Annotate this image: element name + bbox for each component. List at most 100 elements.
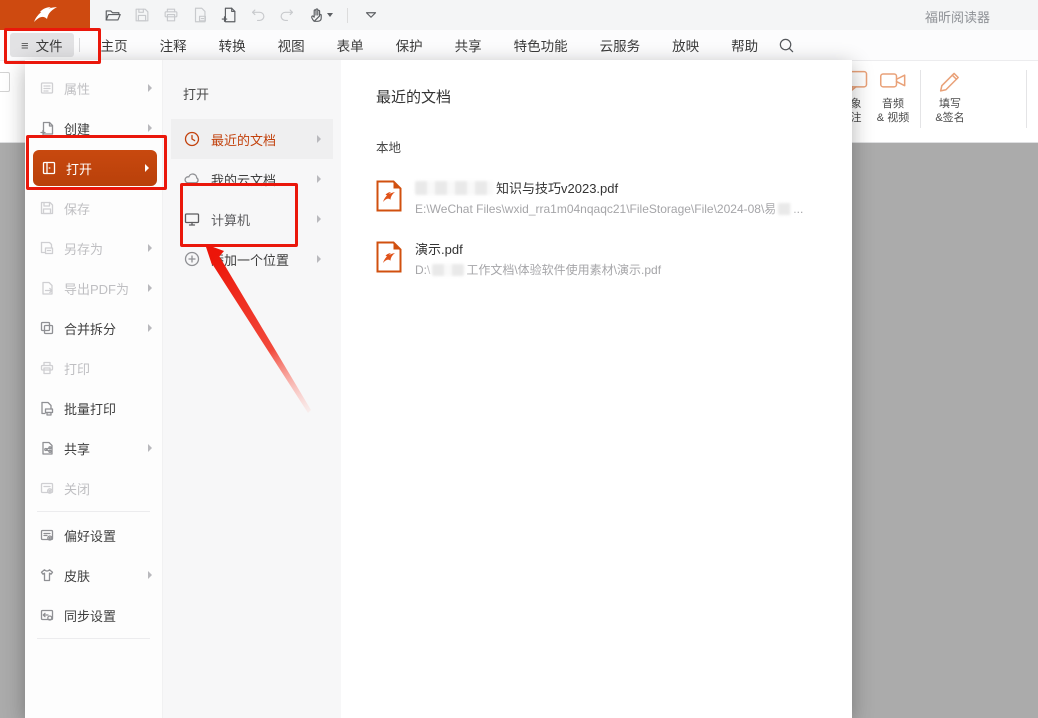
sidebar-item-label: 偏好设置 (64, 526, 116, 545)
pdf-file-icon (376, 180, 402, 212)
plus-circle-icon (183, 250, 201, 268)
open-item-my-cloud-documents[interactable]: 我的云文档 (171, 159, 333, 199)
sidebar-item-label: 关闭 (64, 479, 90, 498)
sidebar-item-batch-print[interactable]: 批量打印 (25, 388, 162, 428)
file-backstage-panel: 属性 创建 打开 保存 另存为 导出PDF为 合并拆分 打印 (25, 60, 852, 718)
batch-print-icon (39, 400, 55, 416)
recent-documents-title: 最近的文档 (376, 86, 852, 107)
tab-convert[interactable]: 转换 (203, 35, 262, 55)
menu-file-button[interactable]: ≡ 文件 (10, 33, 74, 57)
save-icon[interactable] (133, 6, 151, 24)
hand-tool-icon (307, 6, 325, 24)
submenu-arrow-icon (148, 244, 152, 252)
fill-sign-button[interactable]: 填写 &签名 (923, 68, 977, 125)
properties-icon (39, 80, 55, 96)
preferences-icon (39, 527, 55, 543)
sidebar-item-save-as[interactable]: 另存为 (25, 228, 162, 268)
share-icon (39, 440, 55, 456)
tab-view[interactable]: 视图 (262, 35, 321, 55)
image-annotation-label-2: 注 (851, 111, 862, 125)
save-as-icon (39, 240, 55, 256)
redo-icon[interactable] (278, 6, 296, 24)
tab-share[interactable]: 共享 (439, 35, 498, 55)
tab-cloud-service[interactable]: 云服务 (584, 35, 657, 55)
tab-present[interactable]: 放映 (656, 35, 715, 55)
open-folder-icon[interactable] (104, 6, 122, 24)
open-panel-title: 打开 (163, 82, 341, 119)
pencil-icon (936, 68, 964, 94)
open-icon (41, 160, 57, 176)
open-item-recent-documents[interactable]: 最近的文档 (171, 119, 333, 159)
tab-form[interactable]: 表单 (321, 35, 380, 55)
sidebar-item-close[interactable]: 关闭 (25, 468, 162, 508)
open-item-label: 我的云文档 (211, 170, 276, 189)
open-item-label: 最近的文档 (211, 130, 276, 149)
computer-icon (183, 210, 201, 228)
recent-file-row[interactable]: 演示.pdf D:\ 工作文档\体验软件使用素材\演示.pdf (376, 240, 852, 278)
sidebar-item-label: 皮肤 (64, 566, 90, 585)
clock-icon (183, 130, 201, 148)
hand-tool-button[interactable] (307, 6, 333, 24)
pdf-file-icon (376, 241, 402, 273)
submenu-arrow-icon (317, 255, 321, 263)
sidebar-item-label: 保存 (64, 199, 90, 218)
file-name: 知识与技巧v2023.pdf (496, 178, 618, 197)
ribbon-separator (920, 70, 921, 128)
sidebar-item-share[interactable]: 共享 (25, 428, 162, 468)
sidebar-item-print[interactable]: 打印 (25, 348, 162, 388)
toolbar-separator (347, 8, 348, 23)
foxit-logo[interactable] (0, 0, 90, 30)
new-page-icon[interactable] (220, 6, 238, 24)
ribbon-separator (1026, 70, 1027, 128)
ribbon-button-fragment-left (0, 72, 10, 92)
print-icon[interactable] (162, 6, 180, 24)
file-path-suffix: 工作文档\体验软件使用素材\演示.pdf (466, 261, 661, 278)
fill-sign-label-2: &签名 (935, 111, 964, 125)
open-item-add-a-place[interactable]: 添加一个位置 (171, 239, 333, 279)
export-pdf-icon (39, 280, 55, 296)
menu-file-label: 文件 (36, 35, 63, 55)
sidebar-item-label: 创建 (64, 119, 90, 138)
tab-special-features[interactable]: 特色功能 (498, 35, 584, 55)
search-button[interactable] (778, 37, 795, 54)
open-item-label: 添加一个位置 (211, 250, 289, 269)
sidebar-item-label: 打印 (64, 359, 90, 378)
tab-help[interactable]: 帮助 (715, 35, 774, 55)
audio-video-label-2: & 视频 (877, 111, 909, 125)
tab-comment[interactable]: 注释 (144, 35, 203, 55)
sidebar-item-preferences[interactable]: 偏好设置 (25, 515, 162, 555)
menu-separator (79, 38, 80, 52)
submenu-arrow-icon (148, 284, 152, 292)
submenu-arrow-icon (317, 135, 321, 143)
sidebar-item-label: 同步设置 (64, 606, 116, 625)
sidebar-item-merge-split[interactable]: 合并拆分 (25, 308, 162, 348)
sidebar-item-properties[interactable]: 属性 (25, 68, 162, 108)
sidebar-divider (37, 511, 150, 512)
tab-home[interactable]: 主页 (85, 35, 144, 55)
audio-video-label-1: 音频 (882, 97, 904, 111)
audio-video-button[interactable]: 音频 & 视频 (866, 68, 920, 125)
sidebar-item-label: 打开 (66, 159, 92, 178)
sidebar-item-save[interactable]: 保存 (25, 188, 162, 228)
sidebar-divider (37, 638, 150, 639)
sidebar-item-create[interactable]: 创建 (25, 108, 162, 148)
sidebar-item-sync-settings[interactable]: 同步设置 (25, 595, 162, 635)
sidebar-item-open[interactable]: 打开 (33, 150, 157, 186)
save-icon (39, 200, 55, 216)
image-annotation-label-1: 象 (851, 97, 862, 111)
hamburger-icon: ≡ (21, 39, 29, 52)
tab-protect[interactable]: 保护 (380, 35, 439, 55)
undo-icon[interactable] (249, 6, 267, 24)
sidebar-item-skin[interactable]: 皮肤 (25, 555, 162, 595)
recent-file-row[interactable]: 知识与技巧v2023.pdf E:\WeChat Files\wxid_rra1… (376, 179, 852, 217)
sidebar-item-export-pdf[interactable]: 导出PDF为 (25, 268, 162, 308)
open-item-computer[interactable]: 计算机 (171, 199, 333, 239)
submenu-arrow-icon (148, 444, 152, 452)
remove-page-icon[interactable] (191, 6, 209, 24)
collapse-toolbar-icon[interactable] (362, 6, 380, 24)
redacted-path-fragment (778, 203, 791, 215)
sidebar-item-label: 合并拆分 (64, 319, 116, 338)
menu-bar: ≡ 文件 主页 注释 转换 视图 表单 保护 共享 特色功能 云服务 放映 帮助 (0, 30, 1038, 61)
title-bar: 福昕阅读器 (0, 0, 1038, 31)
close-document-icon (39, 480, 55, 496)
